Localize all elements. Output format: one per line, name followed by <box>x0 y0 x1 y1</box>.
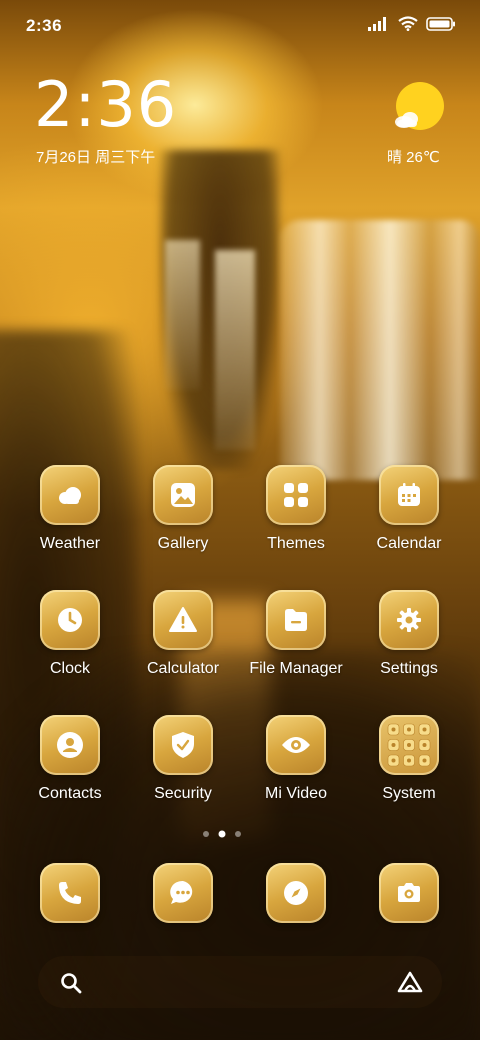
eye-icon <box>282 737 310 753</box>
app-label: Mi Video <box>265 785 327 802</box>
gear-icon <box>397 608 421 632</box>
shield-check-icon <box>172 732 194 758</box>
home-date: 7月26日 周三下午 <box>36 149 156 166</box>
app-settings[interactable]: Settings <box>354 590 464 678</box>
app-label: Weather <box>39 535 101 552</box>
grid-icon <box>284 483 308 507</box>
app-gallery[interactable]: Gallery <box>128 465 238 553</box>
sun-cloud-icon[interactable] <box>392 82 444 134</box>
weather-cloud-icon <box>59 487 81 504</box>
app-calculator[interactable]: Calculator <box>128 590 238 678</box>
app-calendar[interactable]: Calendar <box>354 465 464 553</box>
app-label: Themes <box>267 535 325 552</box>
browser-app-tile[interactable] <box>266 863 326 923</box>
message-icon <box>170 880 193 904</box>
app-label: Clock <box>49 660 90 677</box>
camera-app-tile[interactable] <box>379 863 439 923</box>
status-icons <box>368 16 456 31</box>
dock-messages[interactable] <box>128 863 238 923</box>
folder-icon <box>285 609 307 631</box>
gallery-app-tile[interactable] <box>153 465 213 525</box>
signal-icon <box>368 16 386 31</box>
clock-app-tile[interactable] <box>40 590 100 650</box>
calendar-app-tile[interactable] <box>379 465 439 525</box>
assistant-icon[interactable] <box>396 970 424 994</box>
app-label: Settings <box>380 660 438 677</box>
app-clock[interactable]: Clock <box>15 590 125 678</box>
themes-app-tile[interactable] <box>266 465 326 525</box>
app-label: File Manager <box>249 660 343 677</box>
app-weather[interactable]: Weather <box>15 465 125 553</box>
image-icon <box>171 483 195 507</box>
mi-video-app-tile[interactable] <box>266 715 326 775</box>
app-label: System <box>382 785 436 802</box>
dock-camera[interactable] <box>354 863 464 923</box>
settings-app-tile[interactable] <box>379 590 439 650</box>
dock-phone[interactable] <box>15 863 125 923</box>
status-bar: 2:36 <box>0 0 480 50</box>
folder-grid-icon <box>387 723 431 767</box>
contacts-app-tile[interactable] <box>40 715 100 775</box>
page-dot-active <box>218 830 226 838</box>
weather-widget-text: 晴 26℃ <box>387 149 440 166</box>
search-icon[interactable] <box>60 972 82 994</box>
app-label: Calendar <box>376 535 442 552</box>
app-mi-video[interactable]: Mi Video <box>241 715 351 803</box>
phone-icon <box>59 882 81 904</box>
app-system-folder[interactable]: System <box>354 715 464 803</box>
phone-app-tile[interactable] <box>40 863 100 923</box>
app-security[interactable]: Security <box>128 715 238 803</box>
app-contacts[interactable]: Contacts <box>15 715 125 803</box>
home-clock[interactable]: 2:36 <box>34 74 177 136</box>
battery-icon <box>426 16 455 31</box>
wifi-icon <box>398 16 418 31</box>
app-file-manager[interactable]: File Manager <box>241 590 351 678</box>
dock-browser[interactable] <box>241 863 351 923</box>
page-dot <box>235 831 241 837</box>
app-themes[interactable]: Themes <box>241 465 351 553</box>
weather-app-tile[interactable] <box>40 465 100 525</box>
camera-icon <box>398 883 420 902</box>
calendar-icon <box>398 483 420 506</box>
status-time: 2:36 <box>26 16 63 35</box>
security-app-tile[interactable] <box>153 715 213 775</box>
page-dot <box>203 831 209 837</box>
compass-icon <box>284 881 308 905</box>
app-label: Calculator <box>146 660 220 677</box>
app-label: Gallery <box>157 535 209 552</box>
file-manager-app-tile[interactable] <box>266 590 326 650</box>
clock-icon <box>58 608 82 632</box>
search-bar[interactable] <box>38 956 442 1008</box>
person-icon <box>57 732 83 758</box>
app-label: Security <box>154 785 212 802</box>
system-folder-tile[interactable] <box>379 715 439 775</box>
warning-icon <box>169 607 197 632</box>
calculator-app-tile[interactable] <box>153 590 213 650</box>
messages-app-tile[interactable] <box>153 863 213 923</box>
app-label: Contacts <box>38 785 102 802</box>
page-indicator[interactable] <box>200 829 280 839</box>
